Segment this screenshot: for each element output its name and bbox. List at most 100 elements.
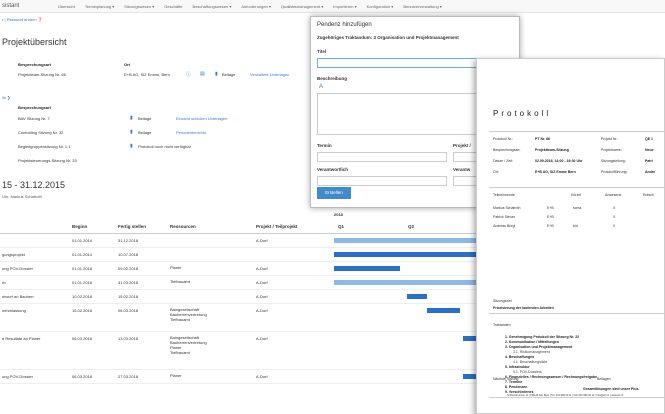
protocol-meta-v2: Patri: [645, 159, 653, 163]
attachments-label: Beilagen: [597, 377, 611, 381]
document-icon[interactable]: ▮: [130, 115, 133, 121]
nav-item[interactable]: Qualitätsmanagement ▾: [281, 4, 323, 9]
protocol-meta-v: PT Nr. 66: [535, 137, 550, 141]
modal-title: Pendenz hinzufügen: [317, 22, 372, 28]
task-project: A-Dorf: [256, 266, 268, 271]
protocol-meta-k: Datum / Zeit:: [493, 159, 514, 163]
resource-item: Planer: [170, 265, 182, 270]
participant-name: Andreas Bürgi: [493, 224, 516, 228]
nav-item[interactable]: Terminplanung ▾: [85, 4, 114, 9]
gantt-year: 2018: [334, 212, 343, 217]
task-resources: Planer: [170, 373, 182, 378]
paperclip-icon[interactable]: A: [319, 84, 323, 90]
resource-item: Planer: [170, 373, 182, 378]
list-item[interactable]: Begleitgruppensitzung Nr. 1.1 ▮ Protokoll …: [18, 141, 318, 155]
participant-kz: scma: [573, 206, 582, 210]
location-header: Ort: [124, 62, 130, 67]
col-q1: Q1: [338, 224, 345, 229]
divider: [489, 131, 664, 132]
nav-item[interactable]: Sitzungswesen ▾: [124, 4, 154, 9]
divider: [489, 397, 664, 398]
project-label: Projekt /: [453, 143, 471, 148]
gantt-bar[interactable]: [406, 294, 427, 299]
responsible-select[interactable]: [317, 176, 447, 186]
attachment-label: Beilage: [138, 130, 152, 135]
task-begin: 15.02.2018: [72, 308, 93, 313]
protocol-meta-v2: Neue: [645, 148, 654, 152]
task-name: ung POV-Dossier: [2, 266, 33, 271]
task-begin: 06.03.2018: [72, 374, 93, 379]
nav-item[interactable]: Beschaffungswesen ▾: [193, 4, 232, 9]
protocol-meta-v2: Andre: [645, 170, 656, 174]
list-item[interactable]: BAV Sitzung Nr. 7 ▮ Beilage Einsicht schick…: [18, 113, 318, 127]
participants-header: Entsch: [643, 193, 654, 197]
agenda-label: Traktanden: [493, 323, 511, 327]
meeting-type-value: Projektteam-Sitzung Nr. 66: [18, 72, 66, 77]
list-item[interactable]: Projektsteuerungs-Sitzung Nr. 33: [18, 155, 318, 169]
list-toggle[interactable]: lle ❯: [2, 95, 10, 100]
resource-item: Tiefbauamt: [170, 317, 190, 322]
document-icon[interactable]: ▮: [215, 71, 218, 77]
modal-subtitle: Zugehöriges Traktandum: 3 Organisation u…: [317, 35, 459, 40]
nav-item[interactable]: Benutzerverwaltung ▾: [403, 4, 441, 9]
participant-an: X: [613, 215, 616, 219]
task-end: 10.07.2018: [118, 252, 139, 257]
due-date-input[interactable]: [317, 152, 447, 162]
col-end: Fertig stellen: [118, 224, 147, 229]
documents-link[interactable]: Einsicht schicken Unterlagen: [176, 116, 227, 121]
nav-item[interactable]: Geschäfte: [164, 4, 182, 9]
info-icon[interactable]: ⓘ: [186, 71, 191, 78]
footer-address: Schlossbrunnen 41 (CPE+B AG) Bern | Tel.…: [507, 394, 624, 397]
nav-item[interactable]: Importieren ▾: [333, 4, 356, 9]
task-end: 27.03.2018: [118, 374, 139, 379]
meeting-name: Projektsteuerungs-Sitzung Nr. 33: [18, 158, 77, 163]
participant-kz: bür: [573, 224, 579, 228]
nav-item[interactable]: Anforderungen ▾: [241, 4, 271, 9]
calendar-icon[interactable]: ▤: [200, 71, 205, 77]
task-end: 13.03.2018: [118, 336, 139, 341]
task-name: ntwurf an Bauherr: [2, 294, 34, 299]
documents-link[interactable]: Verwaltete Unterlagen: [250, 72, 289, 77]
protocol-meta-v2: QE 1: [645, 137, 653, 141]
protocol-meta-v: E+B AG, SiZ Emme Bern: [535, 170, 576, 174]
responsible-label-2: Verantw: [453, 167, 471, 172]
create-button[interactable]: Erstellen: [317, 187, 351, 199]
task-resources: Baingesellschaft Bauherrenvertretung Plane…: [170, 335, 207, 355]
task-project: A-Dorf: [256, 238, 268, 243]
list-item[interactable]: Controlling Sitzung Nr. 32 ▮ Beilage Period…: [18, 127, 318, 141]
document-icon[interactable]: ▮: [130, 143, 133, 149]
divider: [489, 187, 664, 188]
nav-item[interactable]: Übersicht: [58, 4, 75, 9]
task-project: A-Dorf: [256, 280, 268, 285]
nav-item[interactable]: Konfiguration ▾: [367, 4, 394, 9]
gantt-bar[interactable]: [334, 266, 401, 271]
participants-header: Teilnehmende: [493, 193, 515, 197]
meeting-type-header: Besprechungsart: [18, 62, 51, 67]
period-subtitle: Uhr, Markus Schafroth: [2, 194, 42, 199]
col-q2: Q2: [408, 224, 415, 229]
task-begin: 01.01.2018: [72, 280, 93, 285]
list-header: Besprechungsart: [18, 105, 51, 110]
attachment-label: Protokoll noch nicht verfügbar: [138, 144, 191, 149]
task-project: A-Dorf: [256, 336, 268, 341]
page-title: Projektübersicht: [2, 37, 67, 47]
agenda-list: 1. Genehmigung Protokoll der Sitzung Nr.…: [505, 335, 597, 395]
app-brand[interactable]: sistant: [2, 3, 19, 9]
participant-org: E+B: [547, 215, 554, 219]
meeting-list: BAV Sitzung Nr. 7 ▮ Beilage Einsicht schick…: [18, 113, 318, 169]
user-links[interactable]: r | Passwort ändern ❓: [2, 17, 43, 22]
divider: [489, 313, 664, 314]
task-project: A-Dorf: [256, 374, 268, 379]
col-project: Projekt / Teilprojekt: [256, 224, 298, 229]
participant-name: Patrick Steuer: [493, 215, 515, 219]
participant-name: Markus Schafroth: [493, 206, 521, 210]
description-label: Beschreibung: [317, 76, 348, 81]
top-navbar: sistant Übersicht Terminplanung ▾ Sitzungs…: [0, 0, 665, 13]
task-name: rb: [2, 280, 6, 285]
gantt-bar[interactable]: [426, 308, 460, 313]
task-resources: Baingesellschaft Bauherrenvertretung Tiefb…: [170, 307, 207, 322]
participant-org: E+B: [547, 206, 554, 210]
document-icon[interactable]: ▮: [130, 129, 133, 135]
documents-link[interactable]: Periodenberichte: [176, 130, 206, 135]
gantt-bar[interactable]: [334, 280, 483, 285]
